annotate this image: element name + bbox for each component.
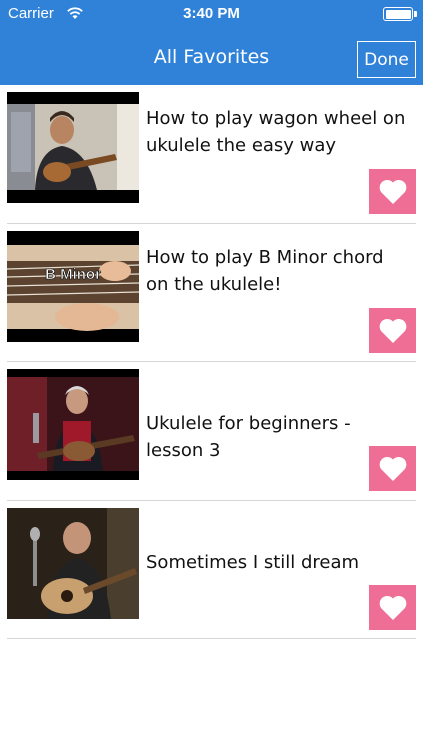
favorite-row[interactable]: Ukulele for beginners - lesson 3 [0,362,423,501]
video-thumbnail[interactable] [7,507,139,619]
thumbnail-caption: B Minor [45,266,101,283]
unfavorite-button[interactable] [369,584,416,630]
favorite-title[interactable]: Sometimes I still dream [146,549,408,576]
heart-icon [379,179,406,204]
status-bar: Carrier 3:40 PM [0,0,423,30]
heart-icon [379,595,406,620]
heart-icon [379,456,406,481]
favorite-row[interactable]: How to play wagon wheel on ukulele the e… [0,85,423,224]
favorite-row[interactable]: B Minor How to play B Minor chord on the… [0,224,423,362]
battery-tip [414,11,417,17]
thumbnail-image: B Minor [7,230,139,342]
thumbnail-image [7,92,139,203]
battery-icon [383,7,413,21]
status-time: 3:40 PM [183,5,240,22]
thumbnail-image [7,369,139,480]
navigation-bar: Carrier 3:40 PM All Favorites Done [0,0,423,85]
heart-icon [379,318,406,343]
unfavorite-button[interactable] [369,307,416,353]
thumbnail-image [7,507,139,619]
row-separator [7,638,416,639]
video-thumbnail[interactable]: B Minor [7,230,139,342]
unfavorite-button[interactable] [369,446,416,491]
favorites-list: How to play wagon wheel on ukulele the e… [0,85,423,639]
done-button[interactable]: Done [357,41,416,78]
video-thumbnail[interactable] [7,92,139,203]
video-thumbnail[interactable] [7,369,139,480]
favorite-title[interactable]: How to play wagon wheel on ukulele the e… [146,105,408,159]
unfavorite-button[interactable] [369,169,416,214]
favorite-title[interactable]: How to play B Minor chord on the ukulele… [146,244,408,298]
favorite-row[interactable]: Sometimes I still dream [0,501,423,639]
